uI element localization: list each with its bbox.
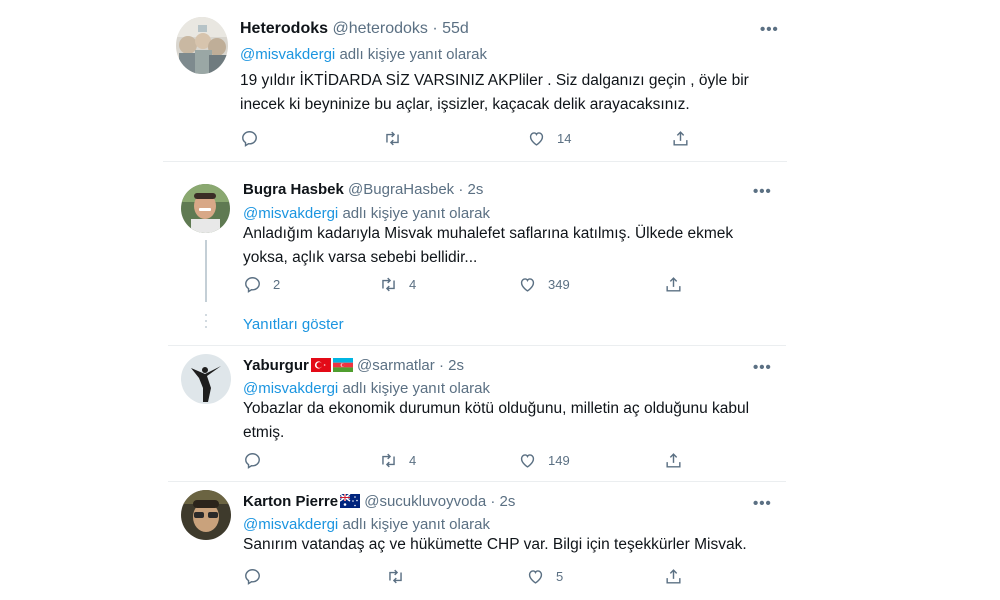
user-handle[interactable]: @heterodoks [332, 20, 427, 37]
like-count: 14 [557, 131, 572, 146]
thread-dots [205, 314, 207, 332]
avatar[interactable] [181, 184, 230, 233]
tweet-text: Yobazlar da ekonomik durumun kötü olduğu… [243, 397, 749, 445]
reply-count: 2 [273, 277, 281, 292]
retweet-count: 4 [409, 277, 417, 292]
separator: · [458, 181, 464, 198]
reply-context-text: adlı kişiye yanıt olarak [342, 380, 491, 397]
reply-icon [245, 277, 260, 293]
retweet-icon [382, 453, 395, 468]
separator: · [490, 493, 496, 510]
tweet-text-line: 19 yıldır İKTİDARDA SİZ VARSINIZ AKPlile… [240, 72, 749, 89]
timestamp[interactable]: 2s [448, 357, 464, 374]
tweet-text: Sanırım vatandaş aç ve hükümette CHP var… [243, 533, 747, 557]
retweet-icon [386, 131, 399, 146]
share-button[interactable] [671, 129, 690, 148]
tweet-text: Anladığım kadarıyla Misvak muhalefet saf… [243, 222, 733, 270]
separator: · [438, 357, 444, 374]
retweet-button[interactable]: 4 [379, 451, 416, 470]
heart-icon [529, 132, 544, 146]
more-options-icon[interactable]: ••• [753, 183, 772, 200]
timestamp[interactable]: 2s [500, 493, 516, 510]
reply-context: @misvakdergi adlı kişiye yanıt olarak [243, 380, 490, 397]
heart-icon [520, 278, 535, 292]
reply-icon [245, 453, 260, 469]
tweet-text-line: yoksa, açlık varsa sebebi bellidir... [243, 249, 478, 266]
share-icon [666, 569, 681, 584]
avatar[interactable] [181, 490, 231, 540]
tweet-divider [163, 161, 787, 162]
tweet-text-line: Yobazlar da ekonomik durumun kötü olduğu… [243, 400, 750, 417]
user-handle[interactable]: @sarmatlar [357, 357, 435, 374]
timestamp[interactable]: 55d [442, 20, 469, 37]
like-button[interactable]: 5 [526, 567, 563, 586]
reply-context: @misvakdergi adlı kişiye yanıt olarak [243, 516, 490, 533]
mention-link[interactable]: @misvakdergi [240, 46, 335, 63]
tweet-text-line: inecek ki beyninize bu açlar, işsizler, … [240, 96, 690, 113]
share-button[interactable] [664, 451, 683, 470]
retweet-button[interactable] [383, 129, 413, 148]
display-name[interactable]: Bugra Hasbek @BugraHasbek · 2s [243, 181, 483, 198]
avatar[interactable] [181, 354, 231, 404]
tweet-actions: 5 [243, 567, 703, 589]
user-handle[interactable]: @sucukluvoyvoda [364, 493, 486, 510]
reply-context-text: adlı kişiye yanıt olarak [342, 205, 491, 222]
thread-line [205, 240, 207, 302]
reply-context-text: adlı kişiye yanıt olarak [339, 46, 488, 63]
retweet-button[interactable]: 4 [379, 275, 416, 294]
separator: · [432, 20, 438, 37]
more-options-icon[interactable]: ••• [753, 495, 772, 512]
retweet-button[interactable] [386, 567, 416, 586]
share-icon [666, 453, 681, 468]
tweet-actions: 2 4 349 [243, 275, 703, 297]
like-count: 5 [556, 569, 564, 584]
tweet-text: 19 yıldır İKTİDARDA SİZ VARSINIZ AKPlile… [240, 69, 749, 117]
reply-button[interactable]: 2 [243, 275, 280, 294]
avatar[interactable] [176, 17, 228, 74]
mention-link[interactable]: @misvakdergi [243, 516, 338, 533]
turkey-flag-icon [310, 358, 331, 372]
azerbaijan-flag-icon [332, 358, 353, 372]
user-handle[interactable]: @BugraHasbek [348, 181, 454, 198]
tweet-divider [168, 481, 786, 482]
display-name[interactable]: Heterodoks @heterodoks · 55d [240, 20, 469, 38]
reply-icon [245, 569, 260, 585]
timestamp[interactable]: 2s [468, 181, 484, 198]
like-button[interactable]: 14 [527, 129, 571, 148]
more-options-icon[interactable]: ••• [760, 21, 779, 38]
reply-button[interactable] [243, 451, 273, 470]
reply-button[interactable] [243, 567, 273, 586]
share-button[interactable] [664, 567, 683, 586]
reply-context: @misvakdergi adlı kişiye yanıt olarak [240, 46, 487, 63]
share-icon [666, 277, 681, 292]
mention-link[interactable]: @misvakdergi [243, 205, 338, 222]
reply-context-text: adlı kişiye yanıt olarak [342, 516, 491, 533]
retweet-icon [382, 277, 395, 292]
heart-icon [528, 570, 543, 584]
display-name[interactable]: Karton Pierre @sucukluvoyvoda · 2s [243, 493, 515, 510]
heart-icon [520, 454, 535, 468]
reply-context: @misvakdergi adlı kişiye yanıt olarak [243, 205, 490, 222]
tweet-actions: 4 149 [243, 451, 703, 473]
display-name[interactable]: Yaburgur @sarmatlar · 2s [243, 357, 464, 374]
retweet-count: 4 [409, 453, 417, 468]
reply-icon [242, 131, 257, 147]
share-icon [673, 131, 688, 146]
tweet-divider [168, 345, 786, 346]
tweet-actions: 14 [240, 129, 700, 151]
reply-button[interactable] [240, 129, 270, 148]
show-replies-link[interactable]: Yanıtları göster [243, 316, 344, 333]
australia-flag-icon [340, 494, 361, 508]
retweet-icon [389, 569, 402, 584]
share-button[interactable] [664, 275, 683, 294]
like-count: 349 [548, 277, 570, 292]
like-button[interactable]: 349 [518, 275, 570, 294]
more-options-icon[interactable]: ••• [753, 359, 772, 376]
like-button[interactable]: 149 [518, 451, 570, 470]
like-count: 149 [548, 453, 570, 468]
tweet-text-line: Anladığım kadarıyla Misvak muhalefet saf… [243, 225, 734, 242]
tweet-text-line: etmiş. [243, 424, 285, 441]
mention-link[interactable]: @misvakdergi [243, 380, 338, 397]
tweet-text-line: Sanırım vatandaş aç ve hükümette CHP var… [243, 536, 747, 553]
